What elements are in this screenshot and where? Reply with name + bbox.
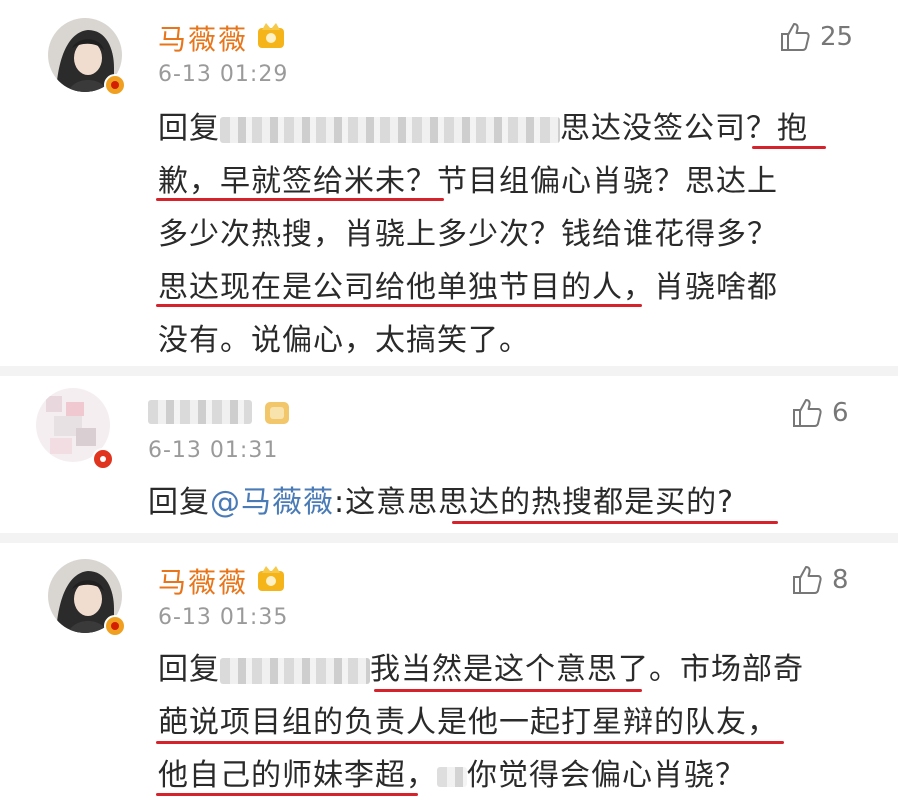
annotation-underline <box>156 304 642 307</box>
text-segment: :这意思思达的热搜都是买的? <box>334 485 735 520</box>
reply-prefix: 回复 <box>148 485 210 520</box>
annotation-underline <box>156 741 784 744</box>
annotation-underline <box>752 146 826 149</box>
vip-crown-icon <box>265 402 289 424</box>
watermark <box>437 766 467 787</box>
comment-text: 回复 思达没签公司？抱 歉，早就签给米未？节目组偏心肖骁？思达上 多少次热搜，肖骁… <box>158 102 808 367</box>
comment-line: 没有。说偏心，太搞笑了。 <box>158 323 530 358</box>
thumbs-up-icon <box>793 566 822 594</box>
blurred-username <box>148 400 252 424</box>
comment-time: 6-13 01:35 <box>158 605 289 630</box>
like-count: 25 <box>820 22 854 52</box>
comment-3: 马薇薇 6-13 01:35 8 回复 我当然是这个意思了。市场部奇 葩说项目组的… <box>0 543 898 804</box>
reply-prefix: 回复 <box>158 652 220 687</box>
username[interactable]: 马薇薇 <box>158 18 248 58</box>
like-button[interactable]: 8 <box>790 563 849 597</box>
comment-2: 6-13 01:31 6 回复@马薇薇:这意思思达的热搜都是买的? <box>0 376 898 533</box>
verified-badge-icon <box>104 74 126 96</box>
thumbs-up-icon <box>793 399 822 427</box>
like-count: 6 <box>832 398 849 428</box>
annotation-underline <box>452 521 778 524</box>
comment-time: 6-13 01:31 <box>148 438 279 463</box>
text-segment: 他自己的师妹李超， <box>158 758 437 793</box>
username[interactable]: 马薇薇 <box>158 561 248 601</box>
text-segment: 我当然是这个意思了。市场部奇 <box>370 652 804 687</box>
reply-prefix: 回复 <box>158 111 220 146</box>
verified-badge-icon <box>92 448 114 470</box>
comment-line: 多少次热搜，肖骁上多少次？钱给谁花得多？ <box>158 217 778 252</box>
blurred-username <box>220 657 370 684</box>
comment-text: 回复 我当然是这个意思了。市场部奇 葩说项目组的负责人是他一起打星辩的队友， 他自… <box>158 643 804 802</box>
like-button[interactable]: 25 <box>778 20 853 54</box>
mention-link[interactable]: @马薇薇 <box>210 485 334 520</box>
text-segment: 你觉得会偏心肖骁？ <box>467 758 746 793</box>
annotation-underline <box>156 793 418 796</box>
verified-badge-icon <box>104 615 126 637</box>
text-segment: 思达没签公司？抱 <box>560 111 808 146</box>
separator <box>0 533 898 543</box>
comment-1: 马薇薇 6-13 01:29 25 回复 思达没签公司？抱 歉，早就签给米未？节目… <box>0 0 898 366</box>
like-count: 8 <box>832 565 849 595</box>
vip-crown-icon <box>258 23 284 48</box>
blurred-username <box>220 116 560 143</box>
separator <box>0 366 898 376</box>
comment-time: 6-13 01:29 <box>158 62 289 87</box>
like-button[interactable]: 6 <box>790 396 849 430</box>
vip-crown-icon <box>258 566 284 591</box>
annotation-underline <box>156 198 444 201</box>
annotation-underline <box>374 689 642 692</box>
thumbs-up-icon <box>781 23 810 51</box>
